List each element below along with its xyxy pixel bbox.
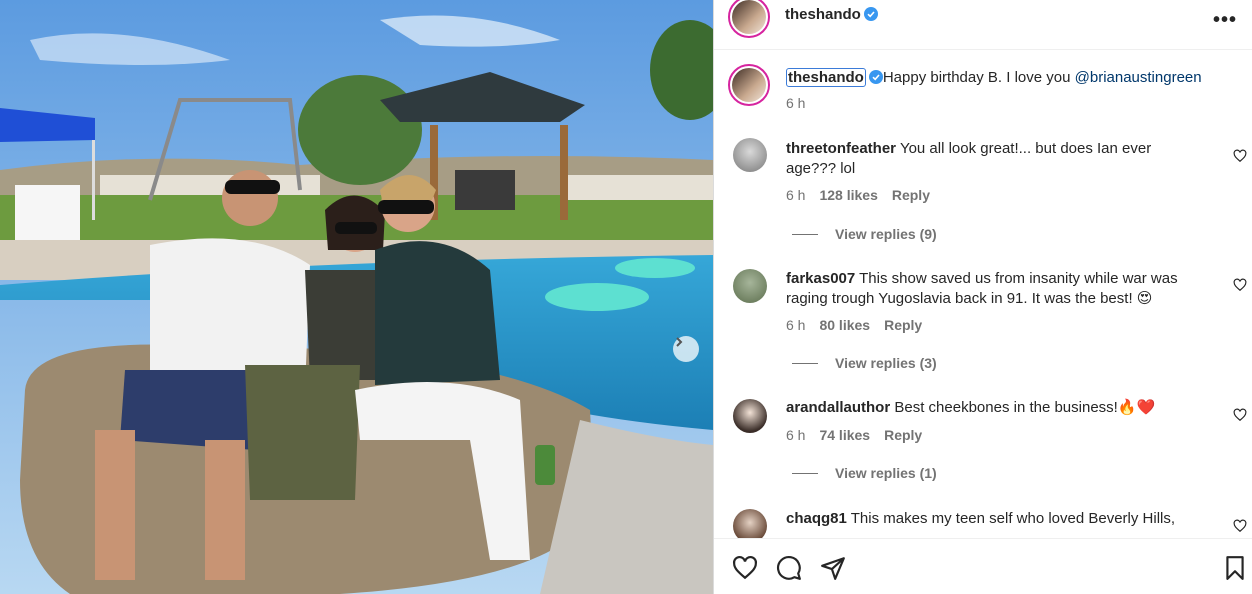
comment-heart-icon[interactable]	[1233, 278, 1247, 292]
view-replies-button[interactable]: View replies (1)	[792, 465, 937, 481]
comment-text-line2: raging trough Yugoslavia back in 91. It …	[786, 290, 1153, 307]
comment-time[interactable]: 6 h	[786, 427, 805, 443]
comment-likes[interactable]: 128 likes	[819, 187, 877, 203]
comment-meta: 6 h 74 likes Reply	[786, 427, 936, 443]
comments-section: theshando Happy birthday B. I love you @b…	[714, 51, 1252, 538]
comment-text: This show saved us from insanity while w…	[859, 270, 1178, 287]
bookmark-icon[interactable]	[1222, 555, 1248, 581]
comment-meta: 6 h 128 likes Reply	[786, 187, 944, 203]
post-header: theshando •••	[714, 0, 1252, 50]
comment-body: farkas007 This show saved us from insani…	[786, 269, 1226, 309]
comment-avatar[interactable]	[733, 138, 767, 172]
heart-icon[interactable]	[732, 555, 758, 581]
comment-body: threetonfeather You all look great!... b…	[786, 139, 1206, 179]
reply-button[interactable]: Reply	[884, 317, 922, 333]
view-replies-button[interactable]: View replies (3)	[792, 355, 937, 371]
caption-text: Happy birthday B. I love you	[882, 69, 1075, 86]
post-photo[interactable]	[0, 0, 713, 594]
comment-time[interactable]: 6 h	[786, 187, 805, 203]
reply-button[interactable]: Reply	[892, 187, 930, 203]
comment-text: You all look great!... but does Ian ever	[899, 140, 1152, 157]
comment-text: Best cheekbones in the business!🔥❤️	[894, 399, 1156, 416]
next-photo-button[interactable]	[673, 336, 699, 362]
comment-avatar[interactable]	[733, 269, 767, 303]
caption-mention[interactable]: @brianaustingreen	[1075, 69, 1202, 86]
comment-username[interactable]: chaqg81	[786, 510, 847, 527]
share-icon[interactable]	[820, 555, 846, 581]
comment-likes[interactable]: 74 likes	[819, 427, 870, 443]
author-username[interactable]: theshando	[785, 6, 861, 23]
caption-avatar[interactable]	[728, 64, 770, 106]
caption-time[interactable]: 6 h	[786, 95, 805, 111]
comment-meta: 6 h 80 likes Reply	[786, 317, 936, 333]
comment-username[interactable]: farkas007	[786, 270, 855, 287]
comment-heart-icon[interactable]	[1233, 408, 1247, 422]
post-sidebar: theshando ••• theshando Happy birthday B.…	[713, 0, 1252, 594]
comment-heart-icon[interactable]	[1233, 149, 1247, 163]
comment-username[interactable]: arandallauthor	[786, 399, 890, 416]
comment-text: This makes my teen self who loved Beverl…	[850, 510, 1176, 527]
comment-username[interactable]: threetonfeather	[786, 140, 896, 157]
comment-heart-icon[interactable]	[1233, 519, 1247, 533]
comment-time[interactable]: 6 h	[786, 317, 805, 333]
comment-icon[interactable]	[776, 555, 802, 581]
author-avatar[interactable]	[728, 0, 770, 38]
verified-badge-icon	[863, 7, 878, 21]
caption-username[interactable]: theshando	[786, 68, 866, 87]
chevron-right-icon	[676, 337, 683, 347]
post-actions	[714, 538, 1252, 594]
comment-text-line2: age??? lol	[786, 160, 856, 177]
reply-button[interactable]: Reply	[884, 427, 922, 443]
author-name-row: theshando	[785, 6, 878, 24]
comment-body: chaqg81 This makes my teen self who love…	[786, 509, 1226, 529]
caption-meta: 6 h	[786, 95, 819, 111]
comment-body: arandallauthor Best cheekbones in the bu…	[786, 398, 1226, 418]
view-replies-button[interactable]: View replies (9)	[792, 226, 937, 242]
photo-illustration	[0, 0, 713, 594]
comment-avatar[interactable]	[733, 399, 767, 433]
comment-likes[interactable]: 80 likes	[819, 317, 870, 333]
caption: theshando Happy birthday B. I love you @b…	[786, 68, 1236, 88]
more-options-icon[interactable]: •••	[1213, 9, 1237, 32]
verified-badge-icon	[868, 70, 883, 84]
comment-avatar[interactable]	[733, 509, 767, 538]
